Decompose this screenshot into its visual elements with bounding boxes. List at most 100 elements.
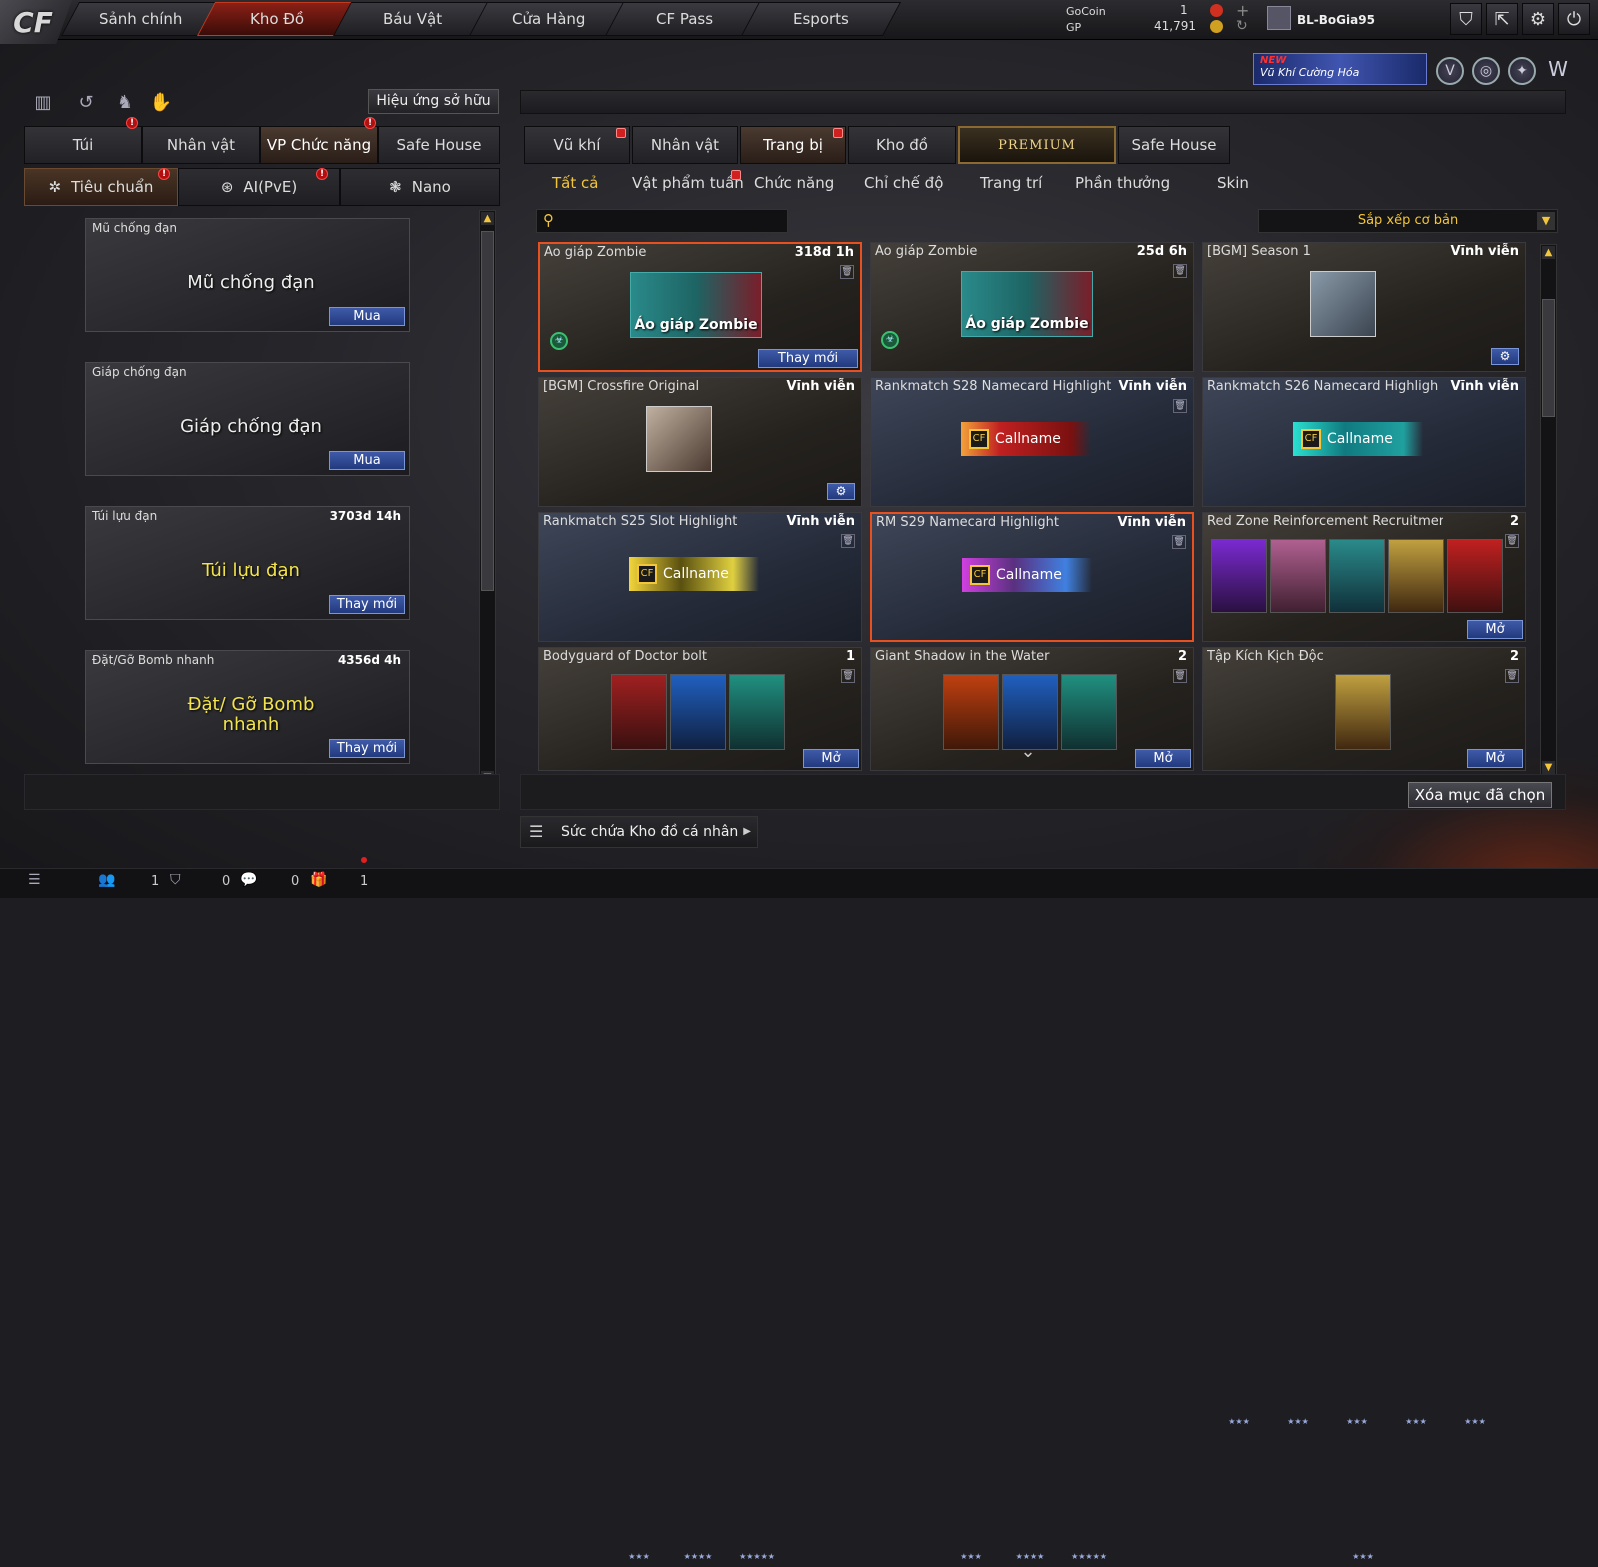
gear-icon[interactable]: ⚙	[1522, 3, 1554, 35]
trash-icon[interactable]: 🗑	[840, 265, 854, 279]
left-tab-bag[interactable]: Túi	[24, 126, 142, 164]
gear-icon[interactable]: ⚙	[827, 483, 855, 500]
character-thumb: ★★★★★	[729, 674, 785, 1561]
scroll-thumb[interactable]	[1542, 299, 1555, 417]
category-rewards[interactable]: Phần thưởng	[1075, 173, 1170, 193]
renew-button[interactable]: Thay mới	[329, 739, 405, 758]
right-tab-character[interactable]: Nhân vật	[632, 126, 738, 164]
left-tab-character[interactable]: Nhân vật	[142, 126, 260, 164]
refresh-icon[interactable]: ↻	[1236, 18, 1248, 34]
inventory-card[interactable]: Rankmatch S25 Slot Highlight Vĩnh viễn 🗑…	[538, 512, 862, 642]
shield-icon[interactable]: ⛉	[1450, 3, 1482, 35]
exit-room-icon[interactable]: ⇱	[1486, 3, 1518, 35]
inventory-card[interactable]: Rankmatch S26 Namecard Highligh Vĩnh viễ…	[1202, 377, 1526, 507]
scroll-up-icon[interactable]: ▲	[1542, 246, 1555, 259]
open-button[interactable]: Mở	[1467, 749, 1523, 768]
item-card[interactable]: Mũ chống đạn Mũ chống đạn Mua	[85, 218, 410, 332]
character-thumb: ★★★	[1447, 539, 1503, 1426]
podium-icon[interactable]: ▥	[30, 90, 56, 116]
card-duration: Vĩnh viễn	[1118, 379, 1187, 394]
nav-tab-esports[interactable]: Esports	[740, 2, 902, 36]
buy-button[interactable]: Mua	[329, 451, 405, 470]
scroll-thumb[interactable]	[481, 231, 494, 591]
history-icon[interactable]: ↺	[73, 90, 99, 116]
ownership-effect-button[interactable]: Hiệu ứng sở hữu	[368, 89, 499, 114]
right-tab-weapons[interactable]: Vũ khí	[524, 126, 630, 164]
trash-icon[interactable]: 🗑	[1505, 534, 1519, 548]
inventory-card[interactable]: [BGM] Crossfire Original Vĩnh viễn ⚙	[538, 377, 862, 507]
nav-tab-lobby[interactable]: Sảnh chính	[60, 2, 222, 36]
clan-shield-icon[interactable]: ⛉	[170, 872, 181, 888]
chevron-down-icon[interactable]: ⌄	[1014, 741, 1042, 762]
crosshair-icon[interactable]: ✦	[1508, 57, 1536, 85]
right-tab-equipment[interactable]: Trang bị	[740, 126, 846, 164]
trash-icon[interactable]: 🗑	[841, 669, 855, 683]
scroll-down-icon[interactable]: ▼	[1542, 761, 1555, 774]
inventory-card[interactable]: [BGM] Season 1 Vĩnh viễn ⚙	[1202, 242, 1526, 372]
w-logo-icon[interactable]: W	[1544, 57, 1572, 85]
sort-dropdown[interactable]: Sắp xếp cơ bản ▼	[1258, 209, 1558, 233]
left-scrollbar[interactable]: ▲ ▼	[479, 210, 496, 786]
subtab-standard[interactable]: ✲ Tiêu chuẩn	[24, 168, 178, 206]
renew-button[interactable]: Thay mới	[758, 349, 858, 368]
rank-icon[interactable]: V	[1436, 57, 1464, 85]
subtab-nano[interactable]: ❃ Nano	[340, 168, 500, 206]
trash-icon[interactable]: 🗑	[1172, 535, 1186, 549]
globe-icon[interactable]: ◎	[1472, 57, 1500, 85]
inventory-card[interactable]: Red Zone Reinforcement Recruitmer 2 🗑 ★★…	[1202, 512, 1526, 1426]
category-function[interactable]: Chức năng	[754, 173, 834, 193]
category-weekly-items[interactable]: Vật phẩm tuần	[632, 173, 744, 193]
gear-icon[interactable]: ⚙	[1491, 348, 1519, 365]
subtab-label: Tiêu chuẩn	[71, 178, 154, 196]
gift-box-icon[interactable]: 🎁	[310, 872, 327, 888]
item-card[interactable]: Giáp chống đạn Giáp chống đạn Mua	[85, 362, 410, 476]
nav-tab-treasure[interactable]: Báu Vật	[332, 2, 494, 36]
friends-icon[interactable]: 👥	[98, 872, 115, 888]
right-scrollbar[interactable]: ▲ ▼	[1540, 244, 1557, 776]
inventory-card[interactable]: Áo giáp Zombie 318d 1h 🗑 Áo giáp Zombie …	[538, 242, 862, 372]
chevron-down-icon[interactable]: ▼	[1537, 212, 1555, 230]
trash-icon[interactable]: 🗑	[1505, 669, 1519, 683]
open-button[interactable]: Mở	[1467, 620, 1523, 639]
item-card[interactable]: Đặt/Gỡ Bomb nhanh 4356d 4h Đặt/ Gỡ Bomb …	[85, 650, 410, 764]
category-decoration[interactable]: Trang trí	[980, 173, 1042, 193]
chat-icon[interactable]: 💬	[240, 872, 257, 888]
helmet-art: Mũ chống đạn	[187, 272, 315, 293]
nav-tab-inventory[interactable]: Kho Đồ	[196, 2, 358, 36]
trash-icon[interactable]: 🗑	[1173, 399, 1187, 413]
clear-selected-button[interactable]: Xóa mục đã chọn	[1408, 782, 1552, 808]
menu-list-icon[interactable]: ☰	[28, 872, 41, 888]
inventory-card[interactable]: Tập Kích Kịch Độc 2 🗑 ★★★ Mở	[1202, 647, 1526, 1561]
gloves-icon[interactable]: ✋	[148, 90, 174, 116]
scroll-up-icon[interactable]: ▲	[481, 212, 494, 225]
category-skin[interactable]: Skin	[1217, 173, 1249, 193]
buy-button[interactable]: Mua	[329, 307, 405, 326]
inventory-card[interactable]: Rankmatch S28 Namecard Highlight Vĩnh vi…	[870, 377, 1194, 507]
right-tab-safe-house[interactable]: Safe House	[1118, 126, 1230, 164]
nav-tab-cf-pass[interactable]: CF Pass	[604, 2, 766, 36]
renew-button[interactable]: Thay mới	[329, 595, 405, 614]
character-icon[interactable]: ♞	[112, 90, 138, 116]
trash-icon[interactable]: 🗑	[1173, 669, 1187, 683]
nav-tab-shop[interactable]: Cửa Hàng	[468, 2, 630, 36]
inventory-card[interactable]: Bodyguard of Doctor bolt 1 🗑 ★★★ ★★★★ ★★…	[538, 647, 862, 1561]
power-icon[interactable]: ⏻	[1558, 3, 1590, 35]
cf-logo[interactable]: CF	[0, 0, 72, 44]
trash-icon[interactable]: 🗑	[841, 534, 855, 548]
item-card[interactable]: Túi lựu đạn 3703d 14h Túi lựu đạn Thay m…	[85, 506, 410, 620]
right-tab-premium[interactable]: PREMIUM	[958, 126, 1116, 164]
left-tab-safe-house[interactable]: Safe House	[378, 126, 500, 164]
stars-icon: ★★★★	[1015, 1552, 1045, 1561]
trash-icon[interactable]: 🗑	[1173, 264, 1187, 278]
inventory-card[interactable]: RM S29 Namecard Highlight Vĩnh viễn 🗑 CF…	[870, 512, 1194, 642]
right-tab-storage[interactable]: Kho đồ	[848, 126, 956, 164]
open-button[interactable]: Mở	[1135, 749, 1191, 768]
promo-banner[interactable]: NEW Vũ Khí Cường Hóa	[1253, 53, 1427, 85]
category-mode-only[interactable]: Chỉ chế độ	[864, 173, 943, 193]
inventory-card[interactable]: Áo giáp Zombie 25d 6h 🗑 Áo giáp Zombie ☣	[870, 242, 1194, 372]
left-tab-function-items[interactable]: VP Chức năng	[260, 126, 378, 164]
storage-capacity-button[interactable]: ☰ Sức chứa Kho đồ cá nhân ▶	[520, 816, 758, 848]
open-button[interactable]: Mở	[803, 749, 859, 768]
search-input[interactable]: ⚲	[536, 209, 788, 233]
category-all[interactable]: Tất cả	[552, 173, 598, 193]
